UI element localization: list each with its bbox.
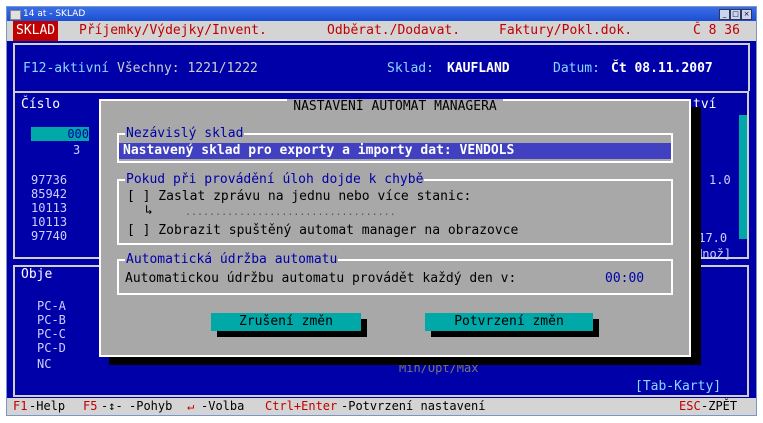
group-error-handling: Pokud při provádění úloh dojde k chybě [… (117, 172, 673, 245)
quantity-header: Množ] (695, 247, 732, 261)
table-cell: 10113 (31, 215, 68, 229)
maintenance-time-field[interactable]: 00:00 (605, 271, 644, 287)
menu-faktury[interactable]: Faktury/Pokl.dok. (499, 21, 632, 41)
table-cell: 97736 (31, 173, 68, 187)
menu-sklad[interactable]: SKLAD (13, 21, 59, 41)
menu-prijemky[interactable]: Příjemky/Výdejky/Invent. (79, 21, 267, 41)
warehouse-label: Sklad: (387, 61, 434, 76)
enter-icon: ↵ (187, 399, 195, 413)
minimize-icon[interactable]: _ (719, 9, 730, 20)
table-cell: 10113 (31, 201, 68, 215)
app-icon (10, 10, 21, 20)
cancel-changes-button[interactable]: Zrušení změn (211, 313, 361, 331)
date-value: Čt 08.11.2007 (611, 61, 713, 76)
tab-karty[interactable]: [Tab-Karty] (635, 379, 721, 394)
help-hint[interactable]: -Help (29, 398, 65, 415)
confirm-changes-button[interactable]: Potvrzení změn (425, 313, 593, 331)
list-item[interactable]: NC (37, 357, 51, 371)
window-title: 14 at - SKLAD (23, 9, 86, 19)
table-row-selected[interactable]: 000 (31, 127, 89, 141)
group-label: Automatická údržba automatu (125, 252, 339, 268)
stations-input[interactable]: ................................... (185, 205, 396, 221)
list-item[interactable]: PC-A (37, 299, 66, 313)
group-independent-warehouse: Nezávislý sklad Nastavený sklad pro expo… (117, 126, 673, 163)
dialog-title: NASTAVENÍ AUTOMAT MANAGERA (101, 99, 689, 114)
maintenance-text: Automatickou údržbu automatu provádět ka… (125, 271, 517, 286)
key-ctrl-enter: Ctrl+Enter (265, 399, 338, 413)
export-warehouse-field[interactable]: Nastavený sklad pro exporty a importy da… (119, 143, 671, 159)
app-window: 14 at - SKLAD _ □ × SKLAD Příjemky/Výdej… (6, 6, 757, 416)
send-message-checkbox[interactable]: [ ] Zaslat zprávu na jednu nebo více sta… (127, 189, 471, 205)
menu-counter: Č 8 36 (693, 23, 740, 38)
mode-indicator: F12-aktivní (23, 61, 110, 76)
key-f1: F1 (13, 399, 28, 413)
group-label: Nezávislý sklad (125, 126, 245, 142)
col-header-number: Číslo (21, 97, 61, 112)
list-item[interactable]: PC-B (37, 313, 66, 327)
min-opt-max-label: Min/Opt/Max (399, 361, 479, 375)
menu-bar: SKLAD Příjemky/Výdejky/Invent. Odběrat./… (7, 21, 756, 41)
status-bar: F1 -Help F5 -↕- -Pohyb ↵ -Volba Ctrl+Ent… (7, 398, 756, 415)
objects-header: Obje (21, 267, 53, 282)
show-manager-checkbox[interactable]: [ ] Zobrazit spuštěný automat manager na… (127, 223, 518, 239)
arrow-icon: ↳ (145, 203, 153, 218)
table-cell: 117.0 (691, 231, 728, 245)
col-header-quantity: tví (693, 97, 717, 112)
back-hint[interactable]: -ZPĚT (701, 398, 737, 415)
settings-dialog: NASTAVENÍ AUTOMAT MANAGERA Nezávislý skl… (99, 99, 691, 357)
date-label: Datum: (553, 61, 600, 76)
key-f5: F5 (83, 399, 98, 413)
table-scrollbar[interactable] (739, 115, 747, 239)
confirm-hint[interactable]: -Potvrzení nastavení (341, 398, 486, 415)
table-cell: 3 (73, 143, 81, 157)
list-item[interactable]: PC-D (37, 341, 66, 355)
list-item[interactable]: PC-C (37, 327, 66, 341)
close-icon[interactable]: × (741, 9, 752, 20)
table-cell: 1.0 (709, 173, 731, 187)
group-maintenance: Automatická údržba automatu Automatickou… (117, 252, 673, 295)
filter-count: Všechny: 1221/1222 (117, 61, 258, 76)
group-label: Pokud při provádění úloh dojde k chybě (125, 172, 425, 188)
title-bar: 14 at - SKLAD _ □ × (7, 7, 756, 21)
maximize-icon[interactable]: □ (730, 9, 741, 20)
table-cell: 85942 (31, 187, 68, 201)
arrows-icon: -↕- (101, 399, 123, 413)
choose-hint: -Volba (201, 399, 245, 413)
table-cell: 97740 (31, 229, 68, 243)
move-hint: -Pohyb (129, 399, 173, 413)
menu-odberat[interactable]: Odběrat./Dodavat. (327, 21, 460, 41)
warehouse-value: KAUFLAND (447, 61, 510, 76)
key-esc: ESC (679, 399, 701, 413)
